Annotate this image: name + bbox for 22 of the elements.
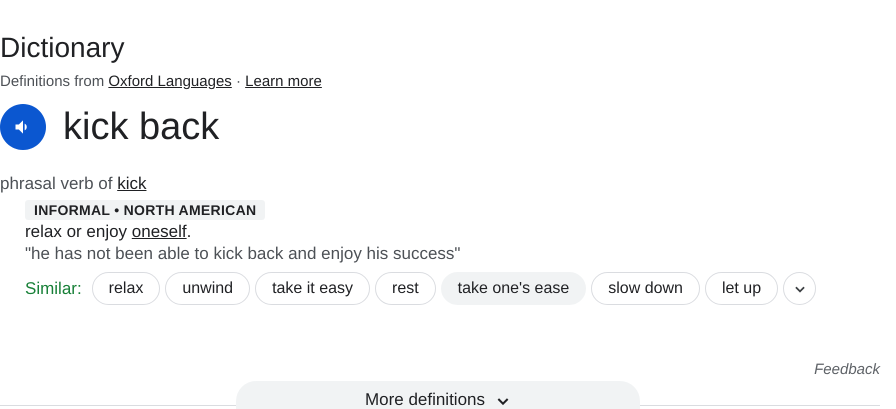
separator: ·: [236, 73, 241, 90]
similar-chip[interactable]: relax: [92, 272, 160, 305]
similar-label: Similar:: [25, 278, 82, 298]
definition: relax or enjoy oneself.: [25, 221, 192, 243]
similar-chip[interactable]: rest: [375, 272, 436, 305]
heading: Dictionary: [0, 31, 126, 65]
similar-chip[interactable]: take one's ease: [440, 272, 586, 305]
similar-chip[interactable]: unwind: [165, 272, 250, 305]
source-text: Definitions from: [0, 73, 104, 90]
similar-chip[interactable]: slow down: [591, 272, 700, 305]
more-definitions-button[interactable]: More definitions: [236, 381, 640, 409]
feedback-link[interactable]: Feedback: [814, 361, 880, 378]
source-link[interactable]: Oxford Languages: [108, 73, 232, 90]
root-word-link[interactable]: kick: [117, 174, 146, 193]
similar-chip[interactable]: take it easy: [255, 272, 370, 305]
definition-link[interactable]: oneself: [132, 222, 187, 241]
learn-more-link[interactable]: Learn more: [245, 73, 322, 90]
usage-label: INFORMAL • NORTH AMERICAN: [25, 200, 266, 220]
headword: kick back: [63, 105, 220, 150]
similar-chip[interactable]: let up: [704, 272, 778, 305]
part-of-speech: phrasal verb of: [0, 174, 112, 193]
example-sentence: "he has not been able to kick back and enjoy his success": [25, 243, 462, 265]
